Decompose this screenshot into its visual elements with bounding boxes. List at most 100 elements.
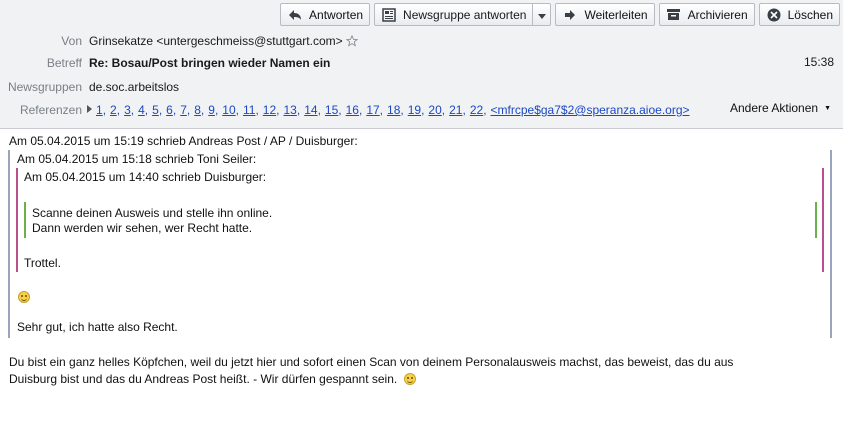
reply-button[interactable]: Antworten (280, 3, 371, 26)
reference-separator: , (172, 103, 177, 117)
newsgroups-row: Newsgruppen de.soc.arbeitslos (0, 78, 179, 96)
reference-link[interactable]: 11 (243, 103, 255, 117)
message-body: Am 05.04.2015 um 15:19 schrieb Andreas P… (0, 130, 843, 425)
newsgroups-label: Newsgruppen (7, 80, 82, 94)
delete-button-label: Löschen (787, 7, 833, 22)
quoted-line-trottel: Trottel. (24, 256, 61, 270)
reply-line-2: Duisburg bist und das du Andreas Post he… (9, 372, 398, 386)
newsgroups-value[interactable]: de.soc.arbeitslos (89, 80, 179, 94)
quote-attribution-3: Am 05.04.2015 um 14:40 schrieb Duisburge… (24, 170, 267, 184)
reference-message-id[interactable]: <mfrcpe$ga7$2@speranza.aioe.org> (491, 103, 690, 117)
reference-link[interactable]: 17 (366, 103, 379, 117)
reference-link[interactable]: 15 (325, 103, 338, 117)
reference-link[interactable]: 18 (387, 103, 400, 117)
reference-separator: , (317, 103, 321, 117)
reference-separator: , (400, 103, 404, 117)
reference-link[interactable]: 8 (194, 103, 201, 117)
from-value[interactable]: Grinsekatze <untergeschmeiss@stuttgart.c… (89, 34, 343, 48)
reference-link[interactable]: 14 (304, 103, 317, 117)
quote-bar-level-1-right (830, 150, 832, 338)
quote-bar-level-3-left (24, 202, 26, 238)
reference-separator: , (102, 103, 107, 117)
quote-bar-level-2-right (822, 168, 824, 272)
reply-line-1: Du bist ein ganz helles Köpfchen, weil d… (9, 355, 734, 369)
caret-down-icon: ▼ (824, 104, 831, 112)
delete-circle-icon (766, 7, 782, 23)
reference-link[interactable]: 9 (208, 103, 215, 117)
message-header: Antworten Newsgruppe antworten Weiterlei… (0, 0, 843, 129)
archive-button-label: Archivieren (687, 7, 748, 22)
reference-link[interactable]: 1 (96, 103, 103, 117)
message-toolbar: Antworten Newsgruppe antworten Weiterlei… (280, 3, 840, 26)
reference-separator: , (421, 103, 425, 117)
reference-link[interactable]: 19 (408, 103, 421, 117)
reply-newsgroup-button[interactable]: Newsgruppe antworten (374, 3, 552, 26)
reference-separator: , (483, 103, 487, 117)
delete-button[interactable]: Löschen (758, 3, 840, 26)
reference-link[interactable]: 21 (449, 103, 462, 117)
quoted-line-reply: Sehr gut, ich hatte also Recht. (17, 320, 178, 334)
other-actions-label: Andere Aktionen (729, 101, 819, 115)
references-twisty-icon[interactable] (87, 105, 93, 115)
quote-bar-level-2-left (16, 168, 18, 272)
reference-link[interactable]: 12 (263, 103, 276, 117)
reference-separator: , (441, 103, 446, 117)
reference-separator: , (186, 103, 191, 117)
reply-dropdown-toggle[interactable] (532, 4, 550, 25)
archive-box-icon (666, 7, 682, 23)
subject-value: Re: Bosau/Post bringen wieder Namen ein (89, 56, 331, 70)
smiley-icon (18, 290, 30, 305)
forward-button[interactable]: Weiterleiten (555, 3, 655, 26)
reference-separator: , (338, 103, 342, 117)
reference-link[interactable]: 13 (284, 103, 297, 117)
reference-separator: , (379, 103, 384, 117)
star-icon[interactable] (345, 35, 358, 47)
quote-attribution-1: Am 05.04.2015 um 15:19 schrieb Andreas P… (9, 134, 358, 148)
reference-separator: , (116, 103, 121, 117)
reply-arrow-icon (287, 7, 303, 23)
reference-separator: , (235, 103, 239, 117)
quoted-line-scan: Scanne deinen Ausweis und stelle ihn onl… (32, 206, 273, 220)
subject-row: Betreff Re: Bosau/Post bringen wieder Na… (0, 54, 331, 72)
reference-separator: , (358, 103, 363, 117)
newsgroup-icon (381, 7, 397, 23)
reference-separator: , (462, 103, 466, 117)
quote-bar-level-3-right (815, 202, 817, 238)
reference-separator: , (214, 103, 219, 117)
reference-separator: , (130, 103, 135, 117)
reference-link[interactable]: 22 (470, 103, 483, 117)
reference-separator: , (158, 103, 163, 117)
references-list: 1, 2, 3, 4, 5, 6, 7, 8, 9, 10, 11, 12, 13, 14, 15, 16, 1… (96, 103, 491, 117)
other-actions-button[interactable]: Andere Aktionen ▼ (730, 101, 831, 115)
reference-link[interactable]: 20 (428, 103, 441, 117)
reference-link[interactable]: 6 (166, 103, 173, 117)
reply-line-2-wrap: Duisburg bist und das du Andreas Post he… (9, 372, 416, 387)
reference-link[interactable]: 3 (124, 103, 131, 117)
quoted-line-recht: Dann werden wir sehen, wer Recht hatte. (32, 221, 253, 235)
reference-link[interactable]: 4 (138, 103, 145, 117)
message-time: 15:38 (803, 55, 834, 69)
reference-separator: , (296, 103, 301, 117)
archive-button[interactable]: Archivieren (658, 3, 755, 26)
reference-separator: , (144, 103, 149, 117)
reference-link[interactable]: 10 (222, 103, 235, 117)
references-label: Referenzen (19, 103, 82, 117)
smiley-icon (403, 373, 416, 385)
references-row: Referenzen 1, 2, 3, 4, 5, 6, 7, 8, 9, 10, 11, 12, 13… (0, 101, 690, 119)
reference-separator: , (200, 103, 205, 117)
reference-link[interactable]: 16 (346, 103, 359, 117)
forward-arrow-icon (562, 7, 578, 23)
reference-link[interactable]: 7 (180, 103, 187, 117)
reference-separator: , (255, 103, 259, 117)
chevron-down-icon (537, 8, 546, 22)
forward-button-label: Weiterleiten (584, 7, 648, 22)
reply-newsgroup-label: Newsgruppe antworten (403, 7, 527, 22)
reply-button-label: Antworten (309, 7, 364, 22)
from-label: Von (61, 34, 82, 48)
reference-link[interactable]: 2 (110, 103, 117, 117)
quote-attribution-2: Am 05.04.2015 um 15:18 schrieb Toni Seil… (17, 152, 257, 166)
reference-link[interactable]: 5 (152, 103, 159, 117)
from-row: Von Grinsekatze <untergeschmeiss@stuttga… (0, 32, 358, 50)
reference-separator: , (276, 103, 280, 117)
quote-bar-level-1-left (8, 150, 10, 338)
